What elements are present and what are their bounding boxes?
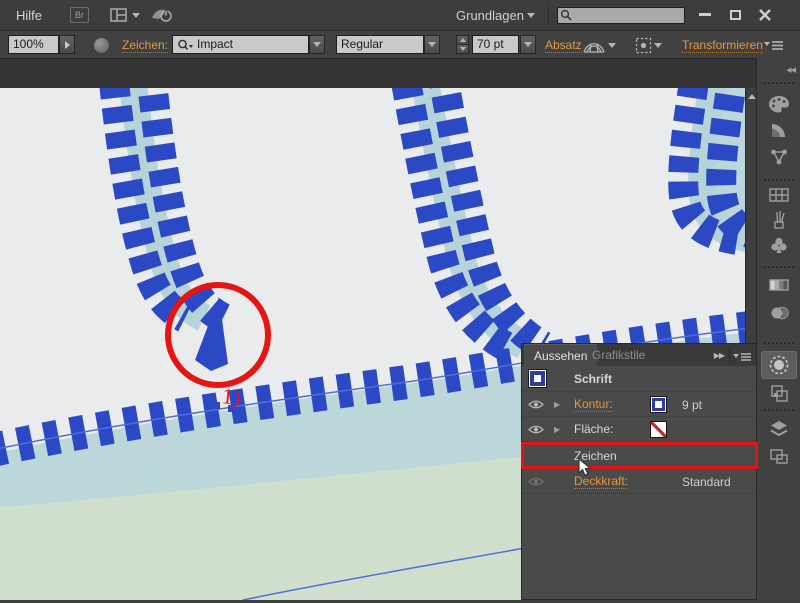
absatz-panel-link[interactable]: Absatz <box>545 39 582 53</box>
kontur-stroke-swatch[interactable] <box>650 396 667 413</box>
warp-icon[interactable] <box>582 38 606 57</box>
menu-item-hilfe[interactable]: Hilfe <box>16 8 42 23</box>
app-search-input[interactable] <box>557 7 685 24</box>
brushes-panel-icon[interactable] <box>764 208 794 232</box>
zeichen-panel-link[interactable]: Zeichen: <box>122 39 169 53</box>
appearance-row-schrift[interactable]: Schrift <box>522 366 756 392</box>
color-themes-panel-icon[interactable] <box>764 145 794 169</box>
control-bar: 100% Zeichen: Impact Regular 70 pt Absat… <box>0 30 800 58</box>
appearance-row-deckkraft[interactable]: Deckkraft: Standard <box>522 469 756 494</box>
dock-grip[interactable] <box>764 266 794 268</box>
sync-globe-icon[interactable] <box>94 38 109 53</box>
appearance-row-kontur[interactable]: ▶ Kontur: 9 pt <box>522 392 756 417</box>
visibility-eye-icon-dim[interactable] <box>528 476 544 490</box>
font-size-dropdown-button[interactable] <box>520 35 536 54</box>
panel-icon-dock: ◀◀ <box>756 58 800 600</box>
menu-bar: Hilfe Br Grundlagen <box>0 0 800 30</box>
font-size-stepper[interactable] <box>456 35 469 54</box>
visibility-eye-icon[interactable] <box>528 399 544 413</box>
panel-tab-bar: Aussehen Grafikstile ▶▶ <box>522 344 756 366</box>
font-style-dropdown-button[interactable] <box>424 35 440 54</box>
gpu-performance-icon[interactable] <box>150 6 174 27</box>
annotation-label: 1) <box>220 383 242 410</box>
color-guide-panel-icon[interactable] <box>764 118 794 142</box>
font-search-icon <box>177 39 195 55</box>
appearance-panel: Aussehen Grafikstile ▶▶ Schrift ▶ Kontur… <box>521 343 758 600</box>
dock-grip[interactable] <box>764 342 794 344</box>
dock-grip[interactable] <box>764 82 794 84</box>
appearance-row-flaeche[interactable]: ▶ Fläche: <box>522 417 756 442</box>
artboards-panel-icon[interactable] <box>764 445 794 469</box>
disclosure-triangle-icon[interactable]: ▶ <box>554 425 560 434</box>
font-size-decrement-button[interactable] <box>456 44 469 54</box>
bridge-button[interactable]: Br <box>70 7 89 23</box>
arrange-documents-icon[interactable] <box>110 8 130 26</box>
visibility-eye-icon[interactable] <box>528 424 544 438</box>
tabbar-separator <box>729 348 730 362</box>
transformieren-panel-link[interactable]: Transformieren <box>682 39 763 53</box>
tutorial-highlight-box <box>521 442 758 469</box>
appearance-panel-icon[interactable] <box>761 351 797 379</box>
gradient-panel-icon[interactable] <box>764 273 794 297</box>
document-frame-band <box>0 58 756 88</box>
window-maximize-button[interactable] <box>722 5 748 24</box>
expand-panels-icon[interactable]: ◀◀ <box>786 66 796 74</box>
color-panel-icon[interactable] <box>764 92 794 116</box>
kontur-link[interactable]: Kontur: <box>574 397 613 412</box>
disclosure-triangle-icon[interactable]: ▶ <box>554 400 560 409</box>
kontur-value: 9 pt <box>682 398 703 412</box>
font-size-field[interactable]: 70 pt <box>472 35 519 54</box>
zoom-level-field[interactable]: 100% <box>8 35 59 54</box>
symbols-panel-icon[interactable] <box>764 233 794 257</box>
dock-grip[interactable] <box>764 409 794 411</box>
tab-grafikstile[interactable]: Grafikstile <box>582 344 655 366</box>
window-minimize-button[interactable] <box>692 5 718 24</box>
collapse-panel-icon[interactable]: ▶▶ <box>714 351 725 360</box>
layers-panel-icon[interactable] <box>764 417 794 441</box>
panel-menu-icon[interactable] <box>733 351 752 365</box>
zoom-dropdown-button[interactable] <box>59 35 75 54</box>
window-close-button[interactable] <box>752 5 778 24</box>
schrift-label: Schrift <box>574 372 613 386</box>
swatches-panel-icon[interactable] <box>764 183 794 207</box>
select-similar-icon[interactable] <box>635 37 652 57</box>
transparency-panel-icon[interactable] <box>764 301 794 325</box>
mouse-cursor-icon <box>578 457 593 480</box>
dock-grip[interactable] <box>764 179 794 181</box>
font-family-dropdown-button[interactable] <box>309 35 325 54</box>
scroll-up-icon[interactable] <box>748 94 756 99</box>
flaeche-none-swatch[interactable] <box>650 421 667 438</box>
arrange-documents-arrow-icon[interactable] <box>132 13 140 18</box>
workspace-arrow-icon[interactable] <box>527 13 535 18</box>
warp-arrow-icon[interactable] <box>608 43 616 48</box>
control-panel-menu-icon[interactable] <box>764 40 784 54</box>
menubar-separator <box>548 6 549 24</box>
workspace-switcher[interactable]: Grundlagen <box>456 8 524 23</box>
select-similar-arrow-icon[interactable] <box>654 43 662 48</box>
flaeche-label: Fläche: <box>574 422 614 436</box>
font-style-field[interactable]: Regular <box>336 35 424 54</box>
graphic-styles-panel-icon[interactable] <box>764 381 794 405</box>
deckkraft-value: Standard <box>682 475 731 489</box>
schrift-thumbnail <box>528 369 547 388</box>
search-icon <box>560 9 573 25</box>
